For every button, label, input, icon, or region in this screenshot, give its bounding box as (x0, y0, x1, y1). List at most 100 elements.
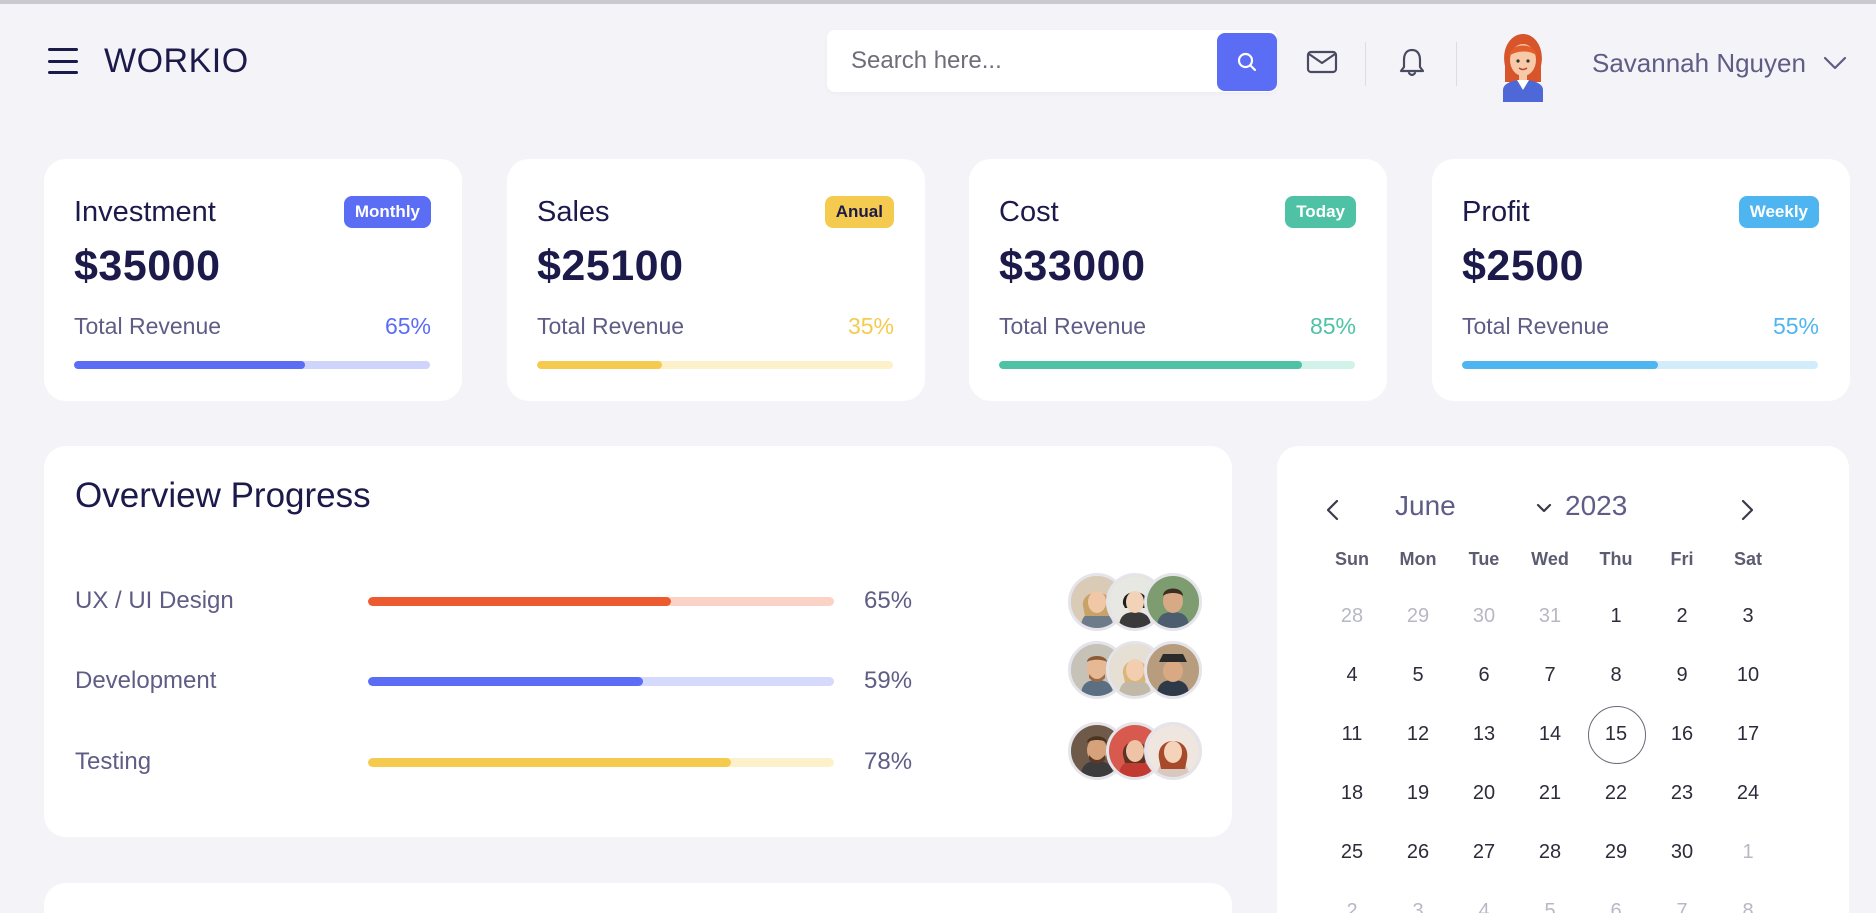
stat-card-sales: Sales Anual $25100 Total Revenue 35% (507, 159, 925, 401)
month-select[interactable]: June (1395, 490, 1456, 522)
progress-fill (74, 361, 306, 369)
overview-progress-panel: Overview Progress UX / UI Design 65% Dev… (44, 446, 1232, 837)
period-badge: Weekly (1738, 196, 1819, 228)
avatar[interactable] (1144, 573, 1202, 631)
day-number: 16 (1670, 723, 1694, 745)
calendar-day[interactable]: 10 (1715, 646, 1781, 705)
calendar-day[interactable]: 25 (1319, 823, 1385, 882)
team-avatars[interactable] (1068, 573, 1208, 633)
user-name[interactable]: Savannah Nguyen (1592, 48, 1806, 79)
calendar-day[interactable]: 5 (1517, 882, 1583, 913)
search-input[interactable] (827, 30, 1217, 92)
avatar[interactable] (1144, 722, 1202, 780)
calendar-week: 4 5 6 7 8 9 10 (1319, 646, 1781, 705)
search-icon (1237, 52, 1257, 72)
calendar-day[interactable]: 30 (1649, 823, 1715, 882)
calendar-day[interactable]: 26 (1385, 823, 1451, 882)
calendar-week: 2 3 4 5 6 7 8 (1319, 882, 1781, 913)
progress-track (368, 758, 834, 767)
calendar-day[interactable]: 2 (1649, 587, 1715, 646)
calendar-day[interactable]: 29 (1385, 587, 1451, 646)
app-logo[interactable]: WORKIO (104, 42, 249, 81)
header-divider (1456, 42, 1457, 86)
team-avatars[interactable] (1068, 641, 1208, 701)
progress-fill (537, 361, 662, 369)
progress-row-testing: Testing 78% (44, 722, 1232, 790)
calendar-day[interactable]: 6 (1451, 646, 1517, 705)
year-select[interactable]: 2023 (1565, 490, 1627, 522)
calendar-day[interactable]: 30 (1451, 587, 1517, 646)
calendar-day[interactable]: 3 (1385, 882, 1451, 913)
day-number: 1 (1742, 841, 1754, 863)
calendar-day[interactable]: 1 (1583, 587, 1649, 646)
day-number: 13 (1472, 723, 1496, 745)
calendar-day[interactable]: 22 (1583, 764, 1649, 823)
calendar-day[interactable]: 12 (1385, 705, 1451, 764)
calendar-day[interactable]: 20 (1451, 764, 1517, 823)
calendar-day[interactable]: 17 (1715, 705, 1781, 764)
task-label: Testing (75, 748, 152, 775)
day-number: 24 (1736, 782, 1760, 804)
card-amount: $2500 (1462, 242, 1585, 290)
calendar-day[interactable]: 1 (1715, 823, 1781, 882)
day-number: 30 (1670, 841, 1694, 863)
period-badge: Anual (824, 196, 894, 228)
calendar-day[interactable]: 28 (1517, 823, 1583, 882)
calendar-week: 25 26 27 28 29 30 1 (1319, 823, 1781, 882)
day-number: 3 (1412, 900, 1424, 913)
day-number: 21 (1538, 782, 1562, 804)
period-badge: Today (1285, 196, 1356, 228)
calendar-day[interactable]: 7 (1517, 646, 1583, 705)
calendar-day[interactable]: 21 (1517, 764, 1583, 823)
calendar-day[interactable]: 7 (1649, 882, 1715, 913)
calendar-day[interactable]: 24 (1715, 764, 1781, 823)
calendar-day[interactable]: 6 (1583, 882, 1649, 913)
calendar-day[interactable]: 8 (1715, 882, 1781, 913)
progress-track (537, 361, 893, 369)
chevron-down-icon[interactable] (1535, 501, 1553, 513)
calendar-day[interactable]: 28 (1319, 587, 1385, 646)
calendar-day[interactable]: 3 (1715, 587, 1781, 646)
calendar-grid: Sun Mon Tue Wed Thu Fri Sat 28 29 30 31 1 2 3 4 5 6 7 8 9 1… (1319, 549, 1781, 913)
calendar-day[interactable]: 5 (1385, 646, 1451, 705)
menu-icon[interactable] (48, 48, 78, 74)
calendar-day[interactable]: 23 (1649, 764, 1715, 823)
calendar-day[interactable]: 4 (1319, 646, 1385, 705)
calendar-day-selected[interactable]: 15 (1583, 705, 1649, 764)
calendar-day[interactable]: 11 (1319, 705, 1385, 764)
day-number: 6 (1610, 900, 1622, 913)
calendar-day[interactable]: 31 (1517, 587, 1583, 646)
day-number: 9 (1676, 664, 1688, 686)
top-header: WORKIO Search here... Savannah Nguyen (0, 4, 1876, 122)
calendar-day[interactable]: 13 (1451, 705, 1517, 764)
progress-row-development: Development 59% (44, 641, 1232, 709)
calendar-day[interactable]: 29 (1583, 823, 1649, 882)
calendar-day[interactable]: 9 (1649, 646, 1715, 705)
team-avatars[interactable] (1068, 722, 1208, 782)
day-number: 1 (1610, 605, 1622, 627)
user-avatar[interactable] (1497, 30, 1549, 102)
calendar-day[interactable]: 27 (1451, 823, 1517, 882)
calendar-day[interactable]: 19 (1385, 764, 1451, 823)
weekday-label: Thu (1599, 549, 1633, 569)
search-button[interactable] (1217, 33, 1277, 91)
progress-row-ux-ui: UX / UI Design 65% (44, 573, 1232, 631)
card-label: Total Revenue (74, 313, 222, 339)
calendar-day[interactable]: 18 (1319, 764, 1385, 823)
avatar[interactable] (1144, 641, 1202, 699)
progress-track (74, 361, 430, 369)
card-percent: 55% (1772, 313, 1819, 339)
chevron-down-icon[interactable] (1822, 54, 1848, 72)
mail-icon[interactable] (1306, 46, 1338, 78)
progress-track (999, 361, 1355, 369)
day-number: 5 (1544, 900, 1556, 913)
chevron-left-icon[interactable] (1323, 496, 1343, 524)
calendar-day[interactable]: 8 (1583, 646, 1649, 705)
calendar-day[interactable]: 16 (1649, 705, 1715, 764)
weekday-header: Sun Mon Tue Wed Thu Fri Sat (1319, 549, 1781, 587)
calendar-day[interactable]: 2 (1319, 882, 1385, 913)
calendar-day[interactable]: 14 (1517, 705, 1583, 764)
chevron-right-icon[interactable] (1737, 496, 1757, 524)
calendar-day[interactable]: 4 (1451, 882, 1517, 913)
bell-icon[interactable] (1396, 46, 1428, 78)
